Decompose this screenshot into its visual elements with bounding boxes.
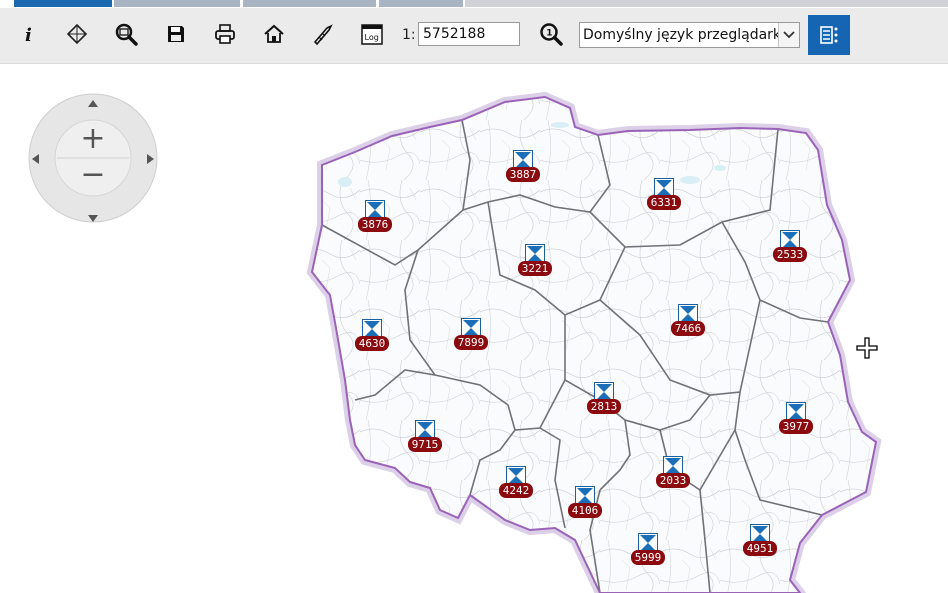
marker-label: 5999 bbox=[631, 550, 665, 565]
home-button[interactable] bbox=[260, 20, 288, 48]
home-icon bbox=[264, 24, 284, 43]
map-marker[interactable]: 7899 bbox=[453, 318, 489, 356]
marker-label: 2033 bbox=[656, 473, 690, 488]
marker-label: 3977 bbox=[779, 419, 813, 434]
marker-label: 3876 bbox=[358, 217, 392, 232]
save-button[interactable] bbox=[162, 20, 190, 48]
measure-icon bbox=[313, 24, 333, 45]
measure-button[interactable] bbox=[309, 20, 337, 48]
marker-label: 6331 bbox=[647, 195, 681, 210]
pan-left-icon bbox=[32, 154, 39, 164]
zoom-scale-icon: 1 bbox=[540, 23, 563, 46]
toolbar: i Log 1: 5752188 1 Domyślny język przegl… bbox=[0, 8, 948, 64]
map-marker[interactable]: 4106 bbox=[567, 486, 603, 524]
pan-right-icon bbox=[147, 154, 154, 164]
info-icon: i bbox=[25, 25, 32, 44]
tab-active[interactable] bbox=[14, 0, 112, 7]
map-marker[interactable]: 2533 bbox=[772, 230, 808, 268]
language-select[interactable]: Domyślny język przeglądarki bbox=[579, 22, 800, 48]
layers-icon bbox=[820, 26, 838, 44]
marker-label: 4106 bbox=[568, 503, 602, 518]
map-marker[interactable]: 2813 bbox=[586, 382, 622, 420]
marker-label: 7899 bbox=[454, 335, 488, 350]
crosshair-cursor-icon bbox=[855, 336, 879, 364]
log-button[interactable]: Log bbox=[358, 20, 386, 48]
pan-left-button[interactable] bbox=[29, 151, 41, 165]
map-marker[interactable]: 2033 bbox=[655, 456, 691, 494]
pan-up-button[interactable] bbox=[86, 94, 100, 107]
map-marker[interactable]: 4630 bbox=[354, 319, 390, 357]
print-icon bbox=[215, 24, 235, 44]
marker-label: 4951 bbox=[743, 541, 777, 556]
zoom-out-button[interactable]: − bbox=[73, 160, 113, 194]
map-marker[interactable]: 9715 bbox=[407, 420, 443, 458]
marker-label: 7466 bbox=[671, 321, 705, 336]
pan-up-icon bbox=[88, 100, 98, 107]
marker-label: 2813 bbox=[587, 399, 621, 414]
map-marker[interactable]: 4951 bbox=[742, 524, 778, 562]
map-marker[interactable]: 3876 bbox=[357, 200, 393, 238]
svg-text:1: 1 bbox=[546, 29, 552, 39]
tab-2[interactable] bbox=[114, 0, 240, 7]
marker-label: 4630 bbox=[355, 336, 389, 351]
pan-down-icon bbox=[88, 215, 98, 222]
zoom-in-button[interactable]: + bbox=[73, 122, 113, 156]
marker-label: 4242 bbox=[499, 483, 533, 498]
tab-3[interactable] bbox=[243, 0, 376, 7]
map-canvas[interactable]: 3887 6331 3876 3221 2533 4630 7899 7466 2813 9715… bbox=[0, 64, 948, 593]
svg-text:i: i bbox=[25, 25, 32, 44]
map-marker[interactable]: 3977 bbox=[778, 402, 814, 440]
zoom-icon bbox=[115, 23, 138, 46]
language-select-value: Domyślny język przeglądarki bbox=[583, 27, 778, 43]
marker-label: 2533 bbox=[773, 247, 807, 262]
pan-down-button[interactable] bbox=[86, 210, 100, 222]
chevron-down-icon[interactable] bbox=[778, 23, 799, 47]
map-marker[interactable]: 7466 bbox=[670, 304, 706, 342]
tab-strip bbox=[0, 0, 948, 8]
tab-4[interactable] bbox=[379, 0, 463, 7]
zoom-button[interactable] bbox=[112, 20, 140, 48]
map-marker[interactable]: 6331 bbox=[646, 178, 682, 216]
info-button[interactable]: i bbox=[14, 20, 42, 48]
map-marker[interactable]: 4242 bbox=[498, 466, 534, 504]
tab-strip-fill bbox=[465, 0, 948, 7]
marker-label: 9715 bbox=[408, 437, 442, 452]
pan-right-button[interactable] bbox=[145, 151, 157, 165]
print-button[interactable] bbox=[211, 20, 239, 48]
map-marker[interactable]: 3221 bbox=[517, 244, 553, 282]
marker-label: 3221 bbox=[518, 261, 552, 276]
scale-prefix: 1: bbox=[402, 27, 416, 43]
map-marker[interactable]: 3887 bbox=[505, 150, 541, 188]
map-navigation: + − bbox=[27, 92, 159, 224]
extent-button[interactable] bbox=[63, 20, 91, 48]
zoom-to-scale-button[interactable]: 1 bbox=[537, 20, 565, 48]
extent-icon bbox=[66, 23, 88, 45]
scale-input[interactable] bbox=[418, 22, 520, 46]
save-icon bbox=[168, 26, 184, 42]
log-icon: Log bbox=[361, 24, 383, 45]
marker-label: 3887 bbox=[506, 167, 540, 182]
layers-button[interactable] bbox=[808, 15, 850, 55]
map-marker[interactable]: 5999 bbox=[630, 533, 666, 571]
log-icon-label: Log bbox=[365, 33, 379, 42]
